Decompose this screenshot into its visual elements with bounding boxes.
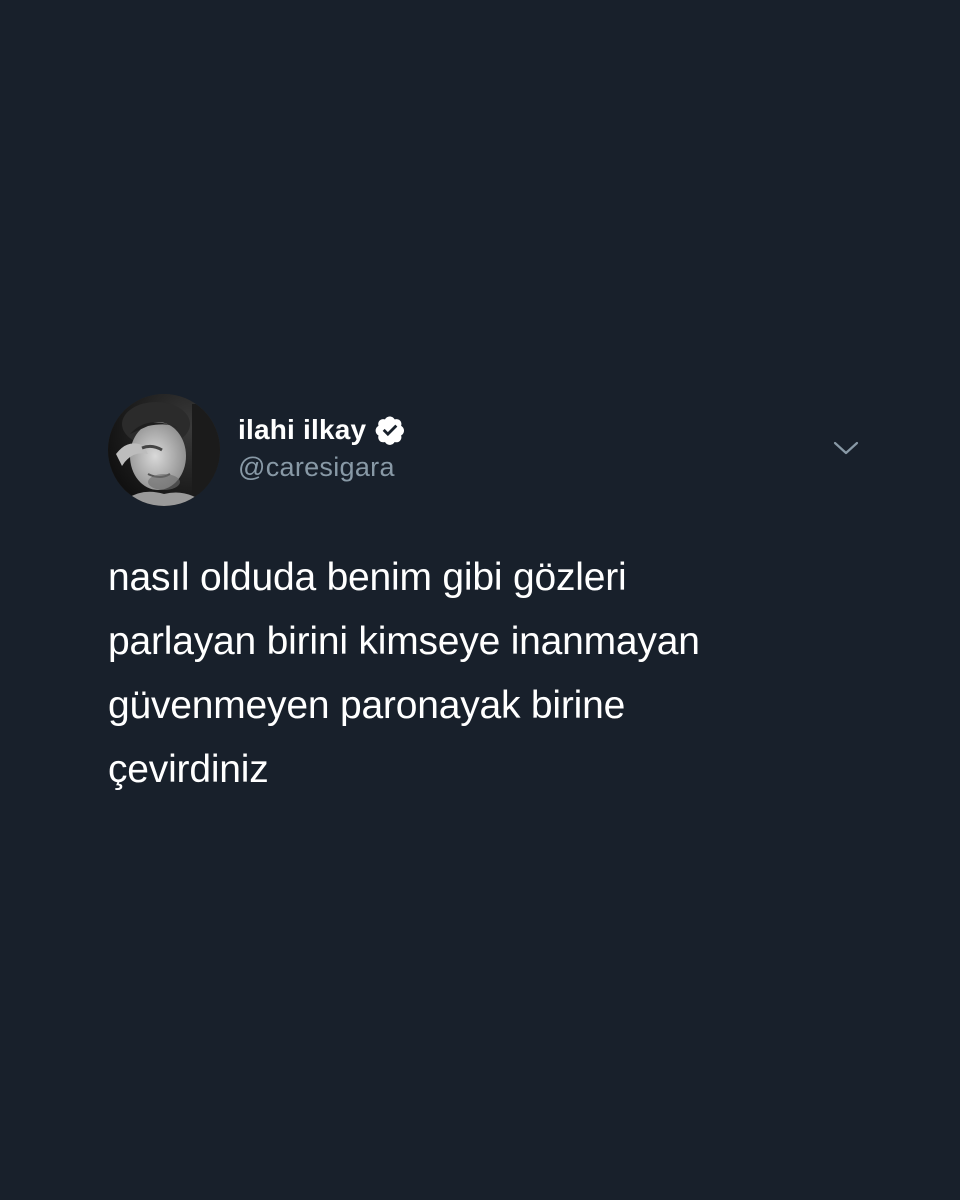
handle[interactable]: @caresigara [238, 452, 406, 483]
tweet-card: ilahi ilkay @caresigara nasıl olduda ben… [108, 394, 868, 802]
avatar[interactable] [108, 394, 220, 506]
verified-check-icon [375, 416, 405, 445]
avatar-photo [108, 394, 220, 506]
tweet-header: ilahi ilkay @caresigara [108, 394, 868, 506]
tweet-text-line: güvenmeyen paronayak birine [108, 684, 626, 727]
tweet-text-line: parlayan birini kimseye inanmayan [108, 620, 700, 663]
display-name[interactable]: ilahi ilkay [238, 414, 366, 446]
chevron-down-icon[interactable] [832, 438, 860, 458]
tweet-text: nasıl olduda benim gibi gözleri parlayan… [108, 546, 868, 802]
tweet-text-line: çevirdiniz [108, 748, 269, 791]
name-row: ilahi ilkay [238, 412, 406, 448]
author-info: ilahi ilkay @caresigara [238, 412, 406, 483]
tweet-text-line: nasıl olduda benim gibi gözleri [108, 556, 627, 599]
